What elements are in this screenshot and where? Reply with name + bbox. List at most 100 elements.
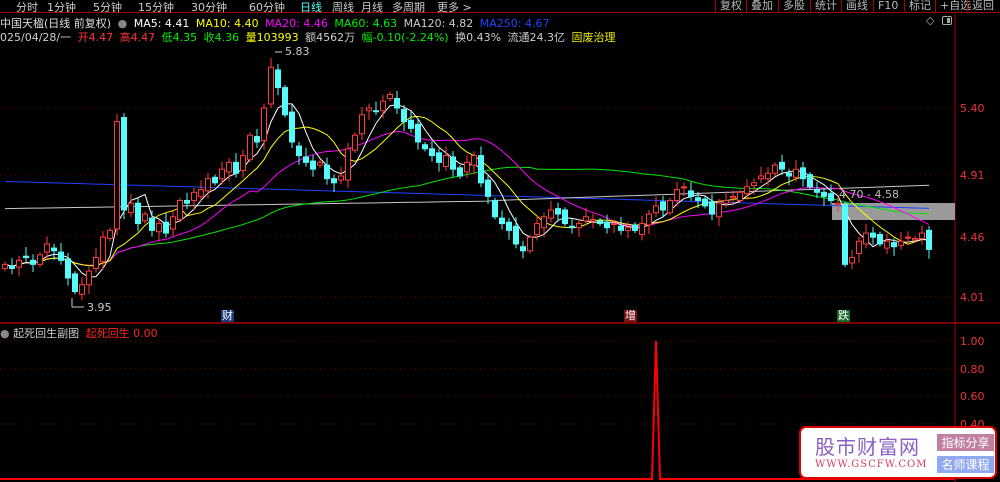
low-price-label: 3.95 (87, 301, 112, 314)
candle-body (436, 152, 442, 163)
candle-body (793, 168, 799, 178)
candle-body (373, 110, 379, 113)
candle-body (828, 193, 834, 201)
sub-title: 起死回生副图 (13, 327, 80, 340)
candle-body (450, 156, 456, 170)
candle-body (821, 191, 827, 197)
candle-body (401, 108, 407, 123)
candle-body (58, 251, 64, 261)
candle-body (632, 224, 638, 231)
candle-body (72, 273, 78, 293)
candle-body (163, 221, 169, 234)
candle-body (16, 259, 22, 268)
candle-body (905, 236, 911, 239)
kline-chart[interactable] (0, 0, 1000, 482)
candle-body (919, 232, 925, 240)
sub-indicator-value: 0.00 (133, 327, 158, 340)
candle-body (338, 175, 344, 181)
candle-body (51, 247, 57, 252)
candle-body (408, 119, 414, 129)
sub-axis-label: 1.00 (960, 335, 985, 348)
candle-body (779, 161, 785, 170)
candle-body (856, 240, 862, 254)
candle-body (289, 111, 295, 143)
candle-body (639, 223, 645, 235)
candle-body (387, 93, 393, 99)
marker-zeng: 增 (624, 309, 637, 322)
candle-body (324, 164, 330, 180)
candle-body (331, 178, 337, 184)
candle-body (646, 213, 652, 226)
candle-body (870, 232, 876, 238)
candle-body (135, 202, 141, 225)
candle-body (688, 190, 694, 197)
candle-body (149, 217, 155, 231)
candle-body (79, 284, 85, 295)
ma120-line (4, 184, 930, 210)
candle-body (380, 100, 386, 112)
candle-body (786, 172, 792, 177)
candle-body (93, 257, 99, 269)
candle-body (457, 167, 463, 177)
candle-body (667, 199, 673, 214)
candle-body (205, 178, 211, 192)
candle-body (541, 216, 547, 229)
candle-body (345, 148, 351, 181)
candle-body (604, 221, 610, 229)
candle-body (261, 107, 267, 142)
candle-body (233, 161, 239, 174)
candle-body (471, 155, 477, 166)
candle-body (2, 263, 8, 269)
candle-body (716, 202, 722, 218)
candle-body (877, 233, 883, 245)
candle-body (44, 243, 50, 253)
candle-body (443, 155, 449, 167)
price-axis-label: 4.46 (960, 231, 985, 244)
candle-body (254, 136, 260, 143)
candle-body (835, 202, 841, 206)
candle-body (107, 229, 113, 240)
marker-die: 跌 (837, 309, 850, 322)
candle-body (23, 255, 29, 259)
candle-body (660, 201, 666, 211)
candle-body (282, 87, 288, 116)
candle-body (100, 236, 106, 263)
candle-body (765, 172, 771, 180)
candle-body (583, 216, 589, 222)
candle-body (737, 191, 743, 201)
candle-body (723, 199, 729, 204)
candle-body (156, 223, 162, 233)
candle-body (429, 148, 435, 157)
candle-body (849, 257, 855, 264)
candle-body (548, 209, 554, 219)
candle-body (863, 232, 869, 245)
candle-body (422, 144, 428, 150)
candle-body (478, 155, 484, 184)
candle-body (891, 242, 897, 248)
candle-body (618, 225, 624, 231)
sub-collapse-icon[interactable]: ● (0, 327, 10, 340)
candle-body (366, 107, 372, 112)
candle-body (912, 238, 918, 241)
candle-body (9, 265, 15, 269)
candle-body (247, 134, 253, 161)
candle-body (177, 199, 183, 220)
candle-body (37, 254, 43, 265)
candle-body (499, 217, 505, 225)
candle-body (653, 205, 659, 214)
candle-body (506, 221, 512, 231)
candle-body (198, 189, 204, 197)
candle-body (751, 182, 757, 187)
candle-body (611, 223, 617, 226)
price-axis-label: 4.91 (960, 169, 985, 182)
candle-body (674, 189, 680, 201)
candle-body (744, 186, 750, 195)
candle-body (303, 156, 309, 163)
candle-body (513, 225, 519, 245)
candle-body (842, 204, 848, 265)
candle-body (576, 223, 582, 229)
candle-body (268, 66, 274, 105)
candle-body (310, 160, 316, 170)
candle-body (758, 175, 764, 180)
candle-body (681, 186, 687, 189)
